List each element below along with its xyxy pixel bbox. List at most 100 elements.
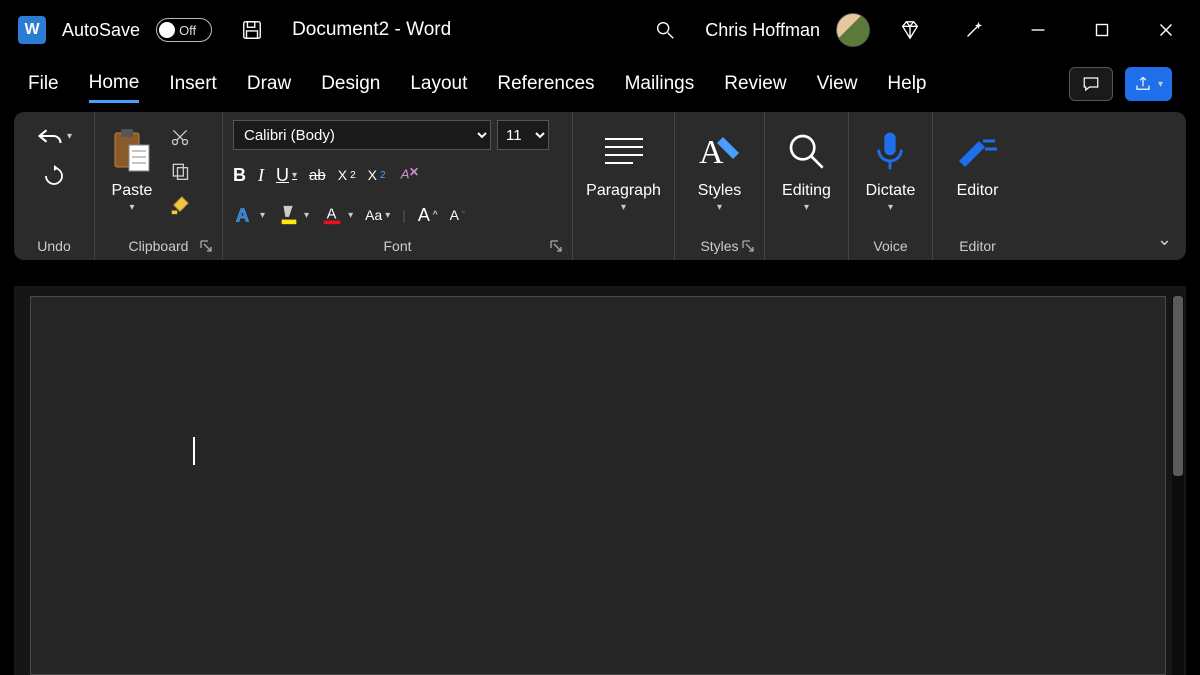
tab-mailings[interactable]: Mailings <box>625 67 695 101</box>
tab-review[interactable]: Review <box>724 67 786 101</box>
font-group-label: Font <box>223 238 572 254</box>
dialog-launcher-icon[interactable] <box>548 238 564 254</box>
tab-design[interactable]: Design <box>321 67 380 101</box>
document-page[interactable] <box>30 296 1166 675</box>
repeat-button[interactable] <box>42 164 66 188</box>
undo-button[interactable]: ▾ <box>36 126 72 146</box>
copy-icon <box>170 160 190 182</box>
dialog-launcher-icon[interactable] <box>198 238 214 254</box>
user-name: Chris Hoffman <box>705 20 820 41</box>
paste-icon <box>111 127 153 175</box>
italic-button[interactable]: I <box>258 165 264 186</box>
paste-label: Paste <box>112 182 153 200</box>
tab-view[interactable]: View <box>817 67 858 101</box>
font-color-button[interactable]: A▾ <box>321 204 353 226</box>
search-icon <box>654 19 676 41</box>
close-icon <box>1155 19 1177 41</box>
autosave-label: AutoSave <box>62 20 140 41</box>
autosave-state: Off <box>179 23 196 38</box>
repeat-icon <box>42 164 66 188</box>
editor-group-label: Editor <box>933 238 1022 254</box>
ribbon-tabs: File Home Insert Draw Design Layout Refe… <box>0 60 1200 108</box>
editor-button[interactable]: Editor <box>949 120 1007 202</box>
highlight-button[interactable]: ▾ <box>277 204 309 226</box>
tab-insert[interactable]: Insert <box>169 67 217 101</box>
chevron-down-icon: ▾ <box>888 202 893 213</box>
word-logo: W <box>18 16 46 44</box>
scroll-thumb[interactable] <box>1173 296 1183 476</box>
save-button[interactable] <box>228 6 276 54</box>
chevron-down-icon: ▾ <box>717 202 722 213</box>
minimize-button[interactable] <box>1014 6 1062 54</box>
tab-draw[interactable]: Draw <box>247 67 291 101</box>
text-effect-icon: A <box>233 204 257 226</box>
comments-button[interactable] <box>1069 67 1113 101</box>
styles-btn-label: Styles <box>698 182 742 200</box>
font-color-icon: A <box>321 204 345 226</box>
svg-text:A: A <box>699 134 724 171</box>
change-case-button[interactable]: Aa ▾ <box>365 207 390 223</box>
tab-help[interactable]: Help <box>887 67 926 101</box>
underline-button[interactable]: U▾ <box>276 165 297 186</box>
autosave-toggle[interactable]: Off <box>156 18 212 42</box>
brush-icon <box>169 194 191 216</box>
paragraph-label: Paragraph <box>586 182 661 200</box>
svg-text:A: A <box>236 204 249 225</box>
font-size-select[interactable]: 11 <box>497 120 549 150</box>
search-button[interactable] <box>641 6 689 54</box>
styles-button[interactable]: A Styles ▾ <box>691 120 749 215</box>
undo-icon <box>36 126 64 146</box>
format-painter-button[interactable] <box>167 192 193 218</box>
share-button[interactable]: ▾ <box>1125 67 1172 101</box>
share-icon <box>1134 75 1152 93</box>
superscript-button[interactable]: X2 <box>368 167 386 183</box>
editing-label: Editing <box>782 182 831 200</box>
tab-file[interactable]: File <box>28 67 59 101</box>
dictate-button[interactable]: Dictate ▾ <box>860 120 922 215</box>
coming-soon-button[interactable] <box>950 6 998 54</box>
chevron-down-icon: ▾ <box>1158 79 1163 90</box>
highlight-icon <box>277 204 301 226</box>
vertical-scrollbar[interactable] <box>1172 296 1184 675</box>
copy-button[interactable] <box>167 158 193 184</box>
paragraph-button[interactable]: Paragraph ▾ <box>580 120 667 215</box>
clear-format-icon: A <box>398 165 420 185</box>
chevron-down-icon: ▾ <box>804 202 809 213</box>
tab-layout[interactable]: Layout <box>410 67 467 101</box>
editor-btn-label: Editor <box>957 182 999 200</box>
paragraph-icon <box>599 133 649 169</box>
close-button[interactable] <box>1142 6 1190 54</box>
svg-text:A: A <box>327 207 337 223</box>
voice-group-label: Voice <box>849 238 932 254</box>
paste-button[interactable]: Paste ▾ <box>105 120 159 215</box>
dialog-launcher-icon[interactable] <box>740 238 756 254</box>
clear-formatting-button[interactable]: A <box>398 165 420 185</box>
premium-button[interactable] <box>886 6 934 54</box>
save-icon <box>241 19 263 41</box>
cut-button[interactable] <box>167 124 193 150</box>
styles-icon: A <box>697 131 743 171</box>
avatar[interactable] <box>836 13 870 47</box>
text-cursor <box>193 437 195 465</box>
diamond-icon <box>899 19 921 41</box>
font-name-select[interactable]: Calibri (Body) <box>233 120 491 150</box>
subscript-button[interactable]: X2 <box>338 167 356 183</box>
wand-icon <box>963 19 985 41</box>
shrink-font-button[interactable]: Aˇ <box>450 207 465 223</box>
bold-button[interactable]: B <box>233 165 246 186</box>
svg-text:A: A <box>399 166 409 181</box>
tab-references[interactable]: References <box>497 67 594 101</box>
document-title: Document2 - Word <box>292 19 451 41</box>
strikethrough-button[interactable]: ab <box>309 167 326 184</box>
editing-button[interactable]: Editing ▾ <box>776 120 837 215</box>
mic-icon <box>873 129 907 173</box>
grow-font-button[interactable]: A^ <box>418 205 438 226</box>
minimize-icon <box>1027 19 1049 41</box>
chevron-down-icon: ▾ <box>129 202 134 213</box>
editor-icon <box>955 131 1001 171</box>
collapse-ribbon-button[interactable]: ⌄ <box>1157 229 1172 250</box>
maximize-button[interactable] <box>1078 6 1126 54</box>
ribbon: ▾ Undo Paste ▾ <box>14 112 1186 260</box>
tab-home[interactable]: Home <box>89 66 140 103</box>
text-effects-button[interactable]: A▾ <box>233 204 265 226</box>
